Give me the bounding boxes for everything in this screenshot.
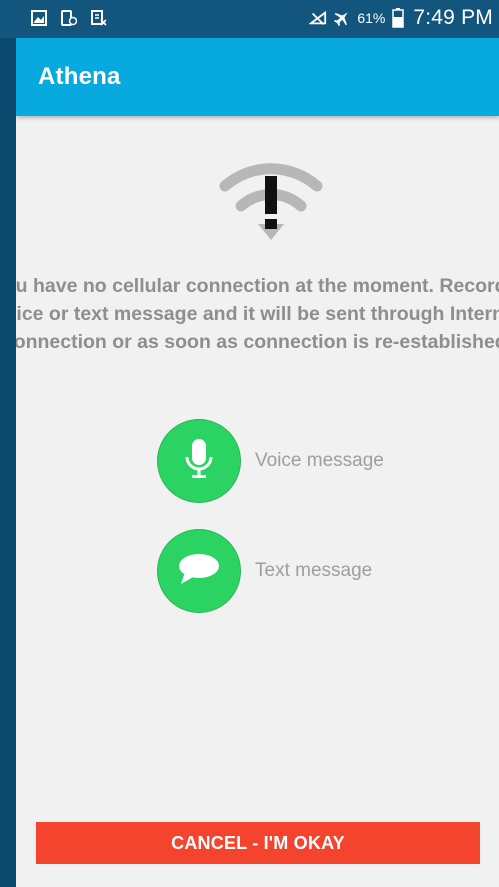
phone-clock-icon — [60, 9, 78, 27]
no-connection-message: You have no cellular connection at the m… — [16, 275, 499, 353]
status-time: 7:49 PM — [413, 6, 493, 29]
image-notification-icon — [30, 9, 48, 27]
document-x-icon — [90, 9, 108, 27]
voice-message-label[interactable]: Voice message — [255, 450, 384, 472]
status-bar-notifications — [30, 9, 108, 27]
device-frame: 61% 7:49 PM Athena You have no cellular … — [0, 0, 499, 887]
airplane-mode-icon — [333, 9, 351, 27]
microphone-icon — [184, 437, 214, 486]
battery-icon — [389, 8, 407, 28]
app-title: Athena — [38, 63, 121, 90]
status-bar-system: 61% 7:49 PM — [309, 6, 493, 30]
status-bar: 61% 7:49 PM — [0, 0, 499, 38]
speech-bubble-icon — [177, 552, 221, 591]
text-message-label[interactable]: Text message — [255, 560, 372, 582]
app-bar: Athena — [16, 38, 499, 116]
signal-off-icon — [309, 9, 327, 27]
app-screen: Athena You have no cellular connection a… — [16, 38, 499, 887]
voice-message-button[interactable] — [157, 419, 241, 503]
wifi-warning-icon — [211, 156, 331, 246]
battery-percent: 61% — [357, 10, 386, 26]
text-message-action[interactable]: Text message — [157, 529, 372, 613]
voice-message-action[interactable]: Voice message — [157, 419, 384, 503]
text-message-button[interactable] — [157, 529, 241, 613]
cancel-button[interactable]: CANCEL - I'M OKAY — [36, 822, 480, 864]
